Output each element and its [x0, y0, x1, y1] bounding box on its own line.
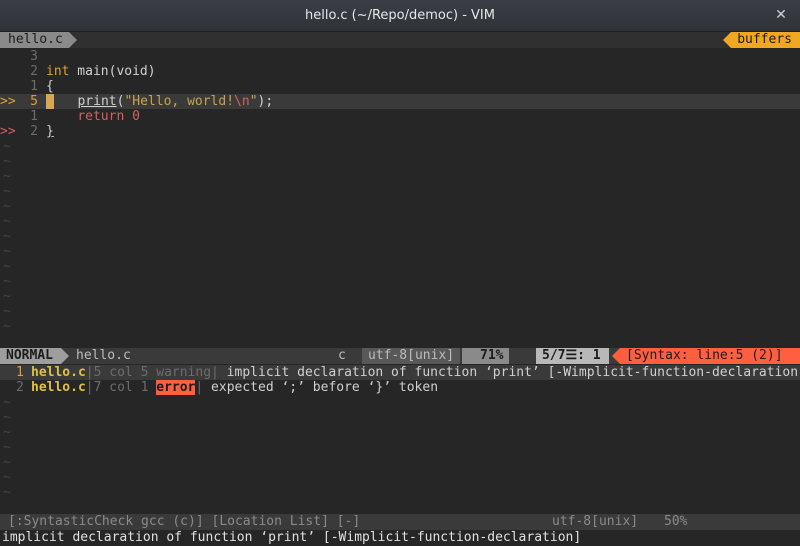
location-index: 1: [16, 365, 24, 380]
window-titlebar: hello.c (~/Repo/democ) - VIM ✕: [0, 0, 800, 32]
code-text[interactable]: }: [46, 124, 54, 139]
tilde-marker: ~: [3, 199, 11, 214]
buffers-label: buffers: [723, 32, 800, 48]
location-list-statusline: [:SyntasticCheck gcc (c)] [Location List…: [0, 514, 800, 530]
tilde-marker: ~: [3, 425, 11, 440]
loclist-status-percent: 50%: [664, 514, 688, 529]
statusline-position: 5/7☰: 1: [536, 348, 609, 364]
code-line[interactable]: 2 int main(void): [0, 64, 800, 79]
empty-line: ~: [0, 214, 800, 229]
line-number: 3: [30, 49, 38, 64]
empty-line: ~: [0, 425, 800, 440]
code-line[interactable]: 1 return 0: [0, 109, 800, 124]
loclist-status-encoding: utf-8[unix]: [552, 514, 639, 529]
tilde-marker: ~: [3, 410, 11, 425]
empty-line: ~: [0, 229, 800, 244]
line-number: 2: [30, 124, 38, 139]
empty-line: ~: [0, 184, 800, 199]
code-line[interactable]: >> 2}: [0, 124, 800, 139]
syntax-warning-badge: [Syntax: line:5 (2)]: [612, 348, 800, 364]
tilde-marker: ~: [3, 319, 11, 334]
statusline-filetype: c: [338, 348, 346, 363]
tilde-marker: ~: [3, 139, 11, 154]
window-title: hello.c (~/Repo/democ) - VIM: [305, 8, 495, 23]
tilde-marker: ~: [3, 154, 11, 169]
tilde-marker: ~: [3, 455, 11, 470]
code-line[interactable]: >> 5 print("Hello, world!\n");: [0, 94, 800, 109]
warning-sign: >>: [0, 94, 16, 109]
empty-line: ~: [0, 410, 800, 425]
location-index: 2: [16, 380, 24, 395]
code-text[interactable]: return 0: [46, 109, 140, 124]
tilde-marker: ~: [3, 229, 11, 244]
empty-line: ~: [0, 395, 800, 410]
command-line-message: implicit declaration of function ‘print’…: [2, 530, 582, 545]
empty-line: ~: [0, 169, 800, 184]
empty-line: ~: [0, 319, 800, 334]
statusline: NORMAL hello.c c utf-8[unix] 71% 5/7☰: 1…: [0, 348, 800, 364]
loclist-status-left: [:SyntasticCheck gcc (c)] [Location List…: [8, 514, 361, 529]
line-number: 2: [30, 64, 38, 79]
empty-line: ~: [0, 440, 800, 455]
editor-pane[interactable]: 3 2 int main(void) 1{>> 5 print("Hello, worl…: [0, 48, 800, 348]
tab-hello-c[interactable]: hello.c: [0, 32, 77, 48]
close-icon[interactable]: ✕: [772, 6, 790, 24]
tilde-marker: ~: [3, 184, 11, 199]
code-line[interactable]: 1{: [0, 79, 800, 94]
location-message: expected ‘;’ before ‘}’ token: [203, 380, 439, 395]
empty-line: ~: [0, 154, 800, 169]
empty-line: ~: [0, 274, 800, 289]
tilde-marker: ~: [3, 169, 11, 184]
location-list-pane[interactable]: 1 hello.c|5 col 5 warning| implicit decla…: [0, 364, 800, 514]
error-sign: >>: [0, 124, 16, 139]
empty-line: ~: [0, 199, 800, 214]
location-file: hello.c: [31, 380, 86, 395]
statusline-encoding: utf-8[unix]: [362, 348, 461, 364]
code-text[interactable]: int main(void): [46, 64, 156, 79]
empty-line: ~: [0, 259, 800, 274]
command-line[interactable]: implicit declaration of function ‘print’…: [0, 530, 800, 546]
empty-line: ~: [0, 470, 800, 485]
tilde-marker: ~: [3, 395, 11, 410]
location-meta: |7 col 1: [85, 380, 157, 395]
tilde-marker: ~: [3, 274, 11, 289]
mode-indicator: NORMAL: [0, 348, 69, 364]
tilde-marker: ~: [3, 289, 11, 304]
empty-line: ~: [0, 289, 800, 304]
location-list-item[interactable]: 2 hello.c|7 col 1 error| expected ‘;’ bef…: [0, 380, 800, 395]
statusline-filename: hello.c: [76, 348, 131, 363]
empty-line: ~: [0, 304, 800, 319]
location-file: hello.c: [31, 365, 86, 380]
tilde-marker: ~: [3, 214, 11, 229]
tilde-marker: ~: [3, 440, 11, 455]
line-number: 5: [30, 94, 38, 109]
tilde-marker: ~: [3, 485, 11, 500]
empty-line: ~: [0, 485, 800, 500]
tilde-marker: ~: [3, 244, 11, 259]
location-meta: |5 col 5 warning|: [85, 365, 219, 380]
empty-line: ~: [0, 244, 800, 259]
tabline: hello.c buffers: [0, 32, 800, 48]
empty-line: ~: [0, 455, 800, 470]
tilde-marker: ~: [3, 304, 11, 319]
error-label: error: [156, 380, 196, 395]
location-message: implicit declaration of function ‘print’…: [218, 365, 800, 380]
code-text[interactable]: print("Hello, world!\n");: [46, 94, 273, 109]
location-entry: hello.c|5 col 5 warning| implicit declar…: [31, 365, 800, 380]
code-line[interactable]: 3: [0, 49, 800, 64]
line-number: 1: [30, 109, 38, 124]
empty-line: ~: [0, 139, 800, 154]
tilde-marker: ~: [3, 259, 11, 274]
location-entry: hello.c|7 col 1 error| expected ‘;’ befo…: [31, 380, 438, 395]
tilde-marker: ~: [3, 470, 11, 485]
statusline-percent: 71%: [462, 348, 510, 364]
line-number: 1: [30, 79, 38, 94]
code-text[interactable]: {: [46, 79, 54, 94]
location-list-item[interactable]: 1 hello.c|5 col 5 warning| implicit decla…: [0, 365, 800, 380]
